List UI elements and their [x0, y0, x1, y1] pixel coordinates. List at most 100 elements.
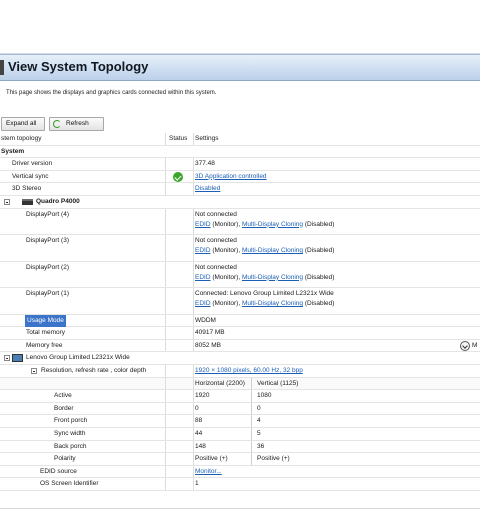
timing-vertical-header: Vertical (1125) [257, 379, 299, 387]
tree-row-displayport-4[interactable]: DisplayPort (4) Not connected EDID (Moni… [0, 208, 480, 236]
system-label: System [1, 147, 25, 155]
timing-vertical-value: 5 [257, 429, 261, 437]
page-description: This page shows the displays and graphic… [6, 90, 217, 96]
stereo-link[interactable]: Disabled [195, 183, 220, 195]
timing-horizontal-value: 0 [195, 404, 199, 412]
dropdown-icon[interactable] [460, 340, 470, 351]
timing-horizontal-header: Horizontal (2200) [195, 379, 245, 387]
tree-row-displayport-1[interactable]: DisplayPort (1) Connected: Lenovo Group … [0, 288, 480, 315]
tree-row-driver-version[interactable]: Driver version 377.48 [0, 158, 480, 171]
timing-horizontal-value: Positive (+) [195, 455, 228, 463]
timing-vertical-value: 4 [257, 417, 261, 425]
dp1-details: EDID (Monitor), Multi-Display Cloning (D… [195, 300, 335, 308]
bottom-edge [0, 508, 480, 516]
vertical-sync-label: Vertical sync [12, 172, 49, 180]
expand-all-button[interactable]: Expand all [1, 117, 45, 131]
timing-row-front-porch: Front porch 88 4 [0, 415, 480, 428]
dp4-details: EDID (Monitor), Multi-Display Cloning (D… [195, 220, 335, 228]
expander-icon[interactable] [4, 355, 10, 362]
timing-row-active: Active 1920 1080 [0, 390, 480, 403]
timing-label: Active [54, 392, 72, 400]
timing-header-row: Horizontal (2200) Vertical (1125) [0, 377, 480, 391]
tree-row-displayport-3[interactable]: DisplayPort (3) Not connected EDID (Moni… [0, 235, 480, 262]
multi-display-cloning-link[interactable]: Multi-Display Cloning [242, 300, 303, 307]
gpu-label: Quadro P4000 [36, 197, 80, 205]
multi-display-cloning-link[interactable]: Multi-Display Cloning [242, 274, 303, 281]
check-icon [173, 172, 183, 183]
resolution-link[interactable]: 1920 × 1080 pixels, 60.00 Hz, 32 bpp [195, 365, 303, 377]
driver-version-value: 377.48 [195, 160, 215, 168]
edid-link[interactable]: EDID [195, 221, 211, 228]
monitor-icon [12, 354, 23, 363]
tree-row-total-memory[interactable]: Total memory 40917 MB [0, 327, 480, 340]
tree-row-edid-source[interactable]: EDID source Monitor... [0, 465, 480, 479]
tree-row-os-screen-identifier[interactable]: OS Screen Identifier 1 [0, 478, 480, 491]
monitor-label: Lenovo Group Limited L2321x Wide [26, 354, 130, 362]
stereo-label: 3D Stereo [12, 185, 42, 193]
timing-horizontal-value: 44 [195, 429, 203, 437]
usage-mode-value: WDDM [195, 316, 216, 324]
tree-row-gpu[interactable]: Quadro P4000 [0, 196, 480, 209]
timing-vertical-value: 0 [257, 404, 261, 412]
timing-row-back-porch: Back porch 148 36 [0, 440, 480, 454]
refresh-button[interactable]: Refresh [49, 117, 104, 131]
edid-link[interactable]: EDID [195, 300, 211, 307]
tree-row-memory-free[interactable]: Memory free 8052 MB M [0, 339, 480, 353]
multi-display-cloning-link[interactable]: Multi-Display Cloning [242, 221, 303, 228]
timing-row-polarity: Polarity Positive (+) Positive (+) [0, 453, 480, 466]
edid-link[interactable]: EDID [195, 274, 211, 281]
tree-row-3d-stereo[interactable]: 3D Stereo Disabled [0, 183, 480, 196]
tree-row-system[interactable]: System [0, 146, 480, 159]
memory-free-label: Memory free [26, 341, 63, 349]
multi-display-cloning-link[interactable]: Multi-Display Cloning [242, 247, 303, 254]
dp1-label: DisplayPort (1) [26, 290, 69, 298]
edid-source-label: EDID source [40, 467, 77, 475]
os-screen-id-value: 1 [195, 480, 199, 488]
edid-link[interactable]: EDID [195, 247, 211, 254]
expander-icon[interactable] [31, 367, 37, 374]
timing-label: Sync width [54, 429, 86, 437]
refresh-label: Refresh [66, 120, 89, 127]
tree-row-usage-mode[interactable]: Usage Mode WDDM [0, 314, 480, 328]
timing-label: Border [54, 404, 74, 412]
tree-row-vertical-sync[interactable]: Vertical sync 3D Application controlled [0, 170, 480, 184]
os-screen-id-label: OS Screen Identifier [40, 480, 99, 488]
tree-row-monitor[interactable]: Lenovo Group Limited L2321x Wide [0, 352, 480, 365]
tree-row-displayport-2[interactable]: DisplayPort (2) Not connected EDID (Moni… [0, 261, 480, 289]
timing-row-sync-width: Sync width 44 5 [0, 427, 480, 441]
column-topology[interactable]: stem topology [1, 133, 41, 145]
driver-version-label: Driver version [12, 160, 53, 168]
page-banner: View System Topology [0, 54, 480, 81]
dp4-label: DisplayPort (4) [26, 210, 69, 218]
resolution-label: Resolution, refresh rate , color depth [41, 366, 147, 374]
edid-source-link[interactable]: Monitor... [195, 466, 222, 478]
dp3-details: EDID (Monitor), Multi-Display Cloning (D… [195, 247, 335, 255]
timing-horizontal-value: 88 [195, 417, 203, 425]
timing-horizontal-value: 148 [195, 442, 206, 450]
total-memory-value: 40917 MB [195, 329, 225, 337]
refresh-icon [53, 120, 61, 128]
timing-label: Polarity [54, 455, 76, 463]
tree-row-resolution[interactable]: Resolution, refresh rate , color depth 1… [0, 364, 480, 378]
timing-horizontal-value: 1920 [195, 392, 210, 400]
dp2-label: DisplayPort (2) [26, 263, 69, 271]
column-header-row: stem topology Status Settings [0, 133, 480, 146]
topology-grid: stem topology Status Settings System Dri… [0, 133, 480, 491]
total-memory-label: Total memory [26, 329, 66, 337]
timing-row-border: Border 0 0 [0, 402, 480, 416]
column-settings[interactable]: Settings [195, 133, 219, 145]
timing-label: Front porch [54, 417, 88, 425]
banner-accent [0, 60, 4, 75]
window-top-area [0, 0, 480, 54]
dp3-label: DisplayPort (3) [26, 237, 69, 245]
timing-vertical-value: Positive (+) [257, 455, 290, 463]
column-status[interactable]: Status [169, 133, 187, 145]
expander-icon[interactable] [4, 198, 10, 205]
vertical-sync-link[interactable]: 3D Application controlled [195, 171, 267, 183]
page-title: View System Topology [8, 59, 149, 74]
timing-vertical-value: 36 [257, 442, 265, 450]
dropdown-label: M [472, 341, 478, 349]
dp2-details: EDID (Monitor), Multi-Display Cloning (D… [195, 273, 335, 281]
timing-label: Back porch [54, 442, 87, 450]
usage-mode-label: Usage Mode [25, 314, 66, 327]
